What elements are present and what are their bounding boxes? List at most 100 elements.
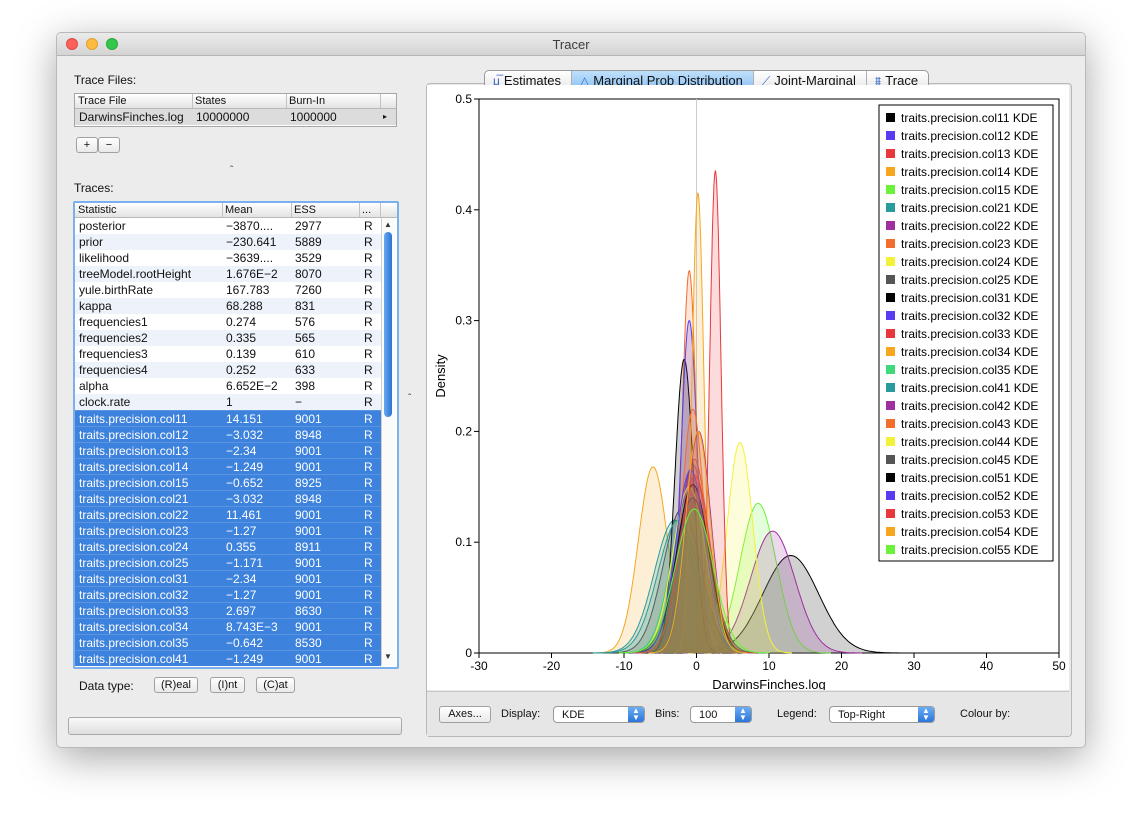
table-row[interactable]: traits.precision.col14 −1.249 9001 R: [75, 458, 381, 474]
table-row[interactable]: traits.precision.col31 −2.34 9001 R: [75, 570, 381, 586]
trace-files-table[interactable]: Trace File States Burn-In DarwinsFinches…: [74, 93, 397, 127]
cell-stat: kappa: [79, 299, 112, 313]
cell-ess: 9001: [295, 652, 322, 666]
splitter-handle-icon[interactable]: ˆ: [230, 165, 233, 176]
col-ess[interactable]: ESS: [294, 204, 316, 216]
cell-mean: −3639....: [226, 251, 274, 265]
col-type[interactable]: ...: [362, 204, 371, 216]
traces-scroll-thumb[interactable]: [384, 232, 392, 417]
data-type-label: Data type:: [79, 679, 134, 693]
table-row[interactable]: treeModel.rootHeight 1.676E−2 8070 R: [75, 266, 381, 282]
cell-ess: 2977: [295, 219, 322, 233]
cell-mean: 1: [226, 395, 233, 409]
traces-table[interactable]: Statistic Mean ESS ... posterior −3870...…: [73, 201, 399, 669]
table-row[interactable]: traits.precision.col21 −3.032 8948 R: [75, 490, 381, 506]
cell-stat: traits.precision.col22: [79, 508, 189, 522]
col-statistic[interactable]: Statistic: [78, 204, 117, 216]
table-row[interactable]: traits.precision.col41 −1.249 9001 R: [75, 650, 381, 666]
legend-swatch: [886, 329, 895, 338]
display-select[interactable]: KDE ▲ ▼: [553, 706, 645, 723]
table-row[interactable]: traits.precision.col35 −0.642 8530 R: [75, 634, 381, 650]
legend-entry: traits.precision.col12 KDE: [901, 129, 1038, 143]
table-row[interactable]: yule.birthRate 167.783 7260 R: [75, 282, 381, 298]
table-row[interactable]: alpha 6.652E−2 398 R: [75, 378, 381, 394]
chevron-updown-icon: ▲ ▼: [628, 707, 644, 722]
legend-entry: traits.precision.col21 KDE: [901, 201, 1038, 215]
table-row[interactable]: traits.precision.col33 2.697 8630 R: [75, 602, 381, 618]
legend-entry: traits.precision.col11 KDE: [901, 111, 1038, 125]
cell-ess: 7260: [295, 283, 322, 297]
legend-swatch: [886, 545, 895, 554]
cell-type: R: [364, 428, 373, 442]
col-mean[interactable]: Mean: [225, 204, 253, 216]
cell-ess: 8911: [295, 540, 321, 554]
cell-mean: 2.697: [226, 604, 257, 618]
cell-mean: −230.641: [226, 235, 277, 249]
cell-type: R: [364, 299, 373, 313]
table-row[interactable]: traits.precision.col13 −2.34 9001 R: [75, 442, 381, 458]
table-row[interactable]: frequencies1 0.274 576 R: [75, 314, 381, 330]
legend-entry: traits.precision.col55 KDE: [901, 543, 1038, 557]
chevron-updown-icon: ▲ ▼: [735, 707, 751, 722]
table-row[interactable]: clock.rate 1 − R: [75, 394, 381, 410]
table-row[interactable]: likelihood −3639.... 3529 R: [75, 250, 381, 266]
density-chart[interactable]: -30 -20 -10 0 10 20 30 40 50 0 0.1 0.2 0.3 0.4 0.5 Darw…: [427, 85, 1069, 692]
table-row[interactable]: prior −230.641 5889 R: [75, 234, 381, 250]
legend-entry: traits.precision.col25 KDE: [901, 273, 1038, 287]
cell-ess: 831: [295, 299, 316, 313]
table-row[interactable]: traits.precision.col22 11.461 9001 R: [75, 506, 381, 522]
table-row[interactable]: traits.precision.col12 −3.032 8948 R: [75, 426, 381, 442]
legend-label: Legend:: [777, 708, 817, 720]
table-row[interactable]: frequencies3 0.139 610 R: [75, 346, 381, 362]
trace-files-label: Trace Files:: [74, 73, 137, 87]
table-row[interactable]: traits.precision.col23 −1.27 9001 R: [75, 522, 381, 538]
title-bar[interactable]: Tracer: [57, 33, 1085, 56]
legend-swatch: [886, 185, 895, 194]
chart-area[interactable]: -30 -20 -10 0 10 20 30 40 50 0 0.1 0.2 0.3 0.4 0.5 Darw…: [427, 85, 1069, 692]
table-row[interactable]: traits.precision.col15 −0.652 8925 R: [75, 474, 381, 490]
table-row[interactable]: posterior −3870.... 2977 R: [75, 218, 381, 234]
col-burn-in[interactable]: Burn-In: [289, 95, 325, 107]
cell-ess: 9001: [295, 524, 322, 538]
data-type-real-button[interactable]: (R)eal: [154, 677, 198, 693]
cell-ess: 9001: [295, 444, 322, 458]
trace-file-row[interactable]: DarwinsFinches.log 10000000 1000000 ▸: [75, 109, 396, 125]
cell-type: R: [364, 267, 373, 281]
y-tick-label: 0.3: [455, 314, 472, 328]
x-tick-label: 30: [907, 659, 921, 673]
legend-swatch: [886, 131, 895, 140]
data-type-int-button[interactable]: (I)nt: [210, 677, 245, 693]
legend-select[interactable]: Top-Right ▲ ▼: [829, 706, 935, 723]
scroll-down-icon[interactable]: ▼: [384, 652, 392, 661]
table-row[interactable]: traits.precision.col34 8.743E−3 9001 R: [75, 618, 381, 634]
table-row[interactable]: traits.precision.col11 14.151 9001 R: [75, 410, 381, 426]
bins-select[interactable]: 100 ▲ ▼: [690, 706, 752, 723]
table-row[interactable]: traits.precision.col32 −1.27 9001 R: [75, 586, 381, 602]
col-trace-file[interactable]: Trace File: [78, 95, 127, 107]
scroll-up-icon[interactable]: ▲: [384, 220, 392, 229]
cell-stat: traits.precision.col15: [79, 476, 189, 490]
cell-stat: frequencies3: [79, 347, 148, 361]
remove-trace-file-button[interactable]: −: [98, 137, 120, 153]
cell-mean: 0.274: [226, 315, 257, 329]
bins-label: Bins:: [655, 708, 680, 720]
col-states[interactable]: States: [195, 95, 226, 107]
y-tick-label: 0: [465, 646, 472, 660]
legend-swatch: [886, 491, 895, 500]
x-tick-label: 50: [1052, 659, 1066, 673]
table-row[interactable]: traits.precision.col24 0.355 8911 R: [75, 538, 381, 554]
add-trace-file-button[interactable]: +: [76, 137, 98, 153]
data-type-cat-button[interactable]: (C)at: [256, 677, 295, 693]
cell-ess: 9001: [295, 412, 322, 426]
x-tick-label: -30: [470, 659, 488, 673]
vertical-splitter-icon[interactable]: ˆ: [408, 393, 411, 404]
table-row[interactable]: frequencies2 0.335 565 R: [75, 330, 381, 346]
legend-swatch: [886, 473, 895, 482]
table-row[interactable]: frequencies4 0.252 633 R: [75, 362, 381, 378]
cell-stat: traits.precision.col23: [79, 524, 189, 538]
table-row[interactable]: traits.precision.col25 −1.171 9001 R: [75, 554, 381, 570]
scroll-arrow-icon[interactable]: ▸: [383, 112, 387, 121]
axes-button[interactable]: Axes...: [439, 706, 491, 723]
table-row[interactable]: kappa 68.288 831 R: [75, 298, 381, 314]
traces-scrollbar[interactable]: ▲ ▼: [381, 218, 395, 665]
